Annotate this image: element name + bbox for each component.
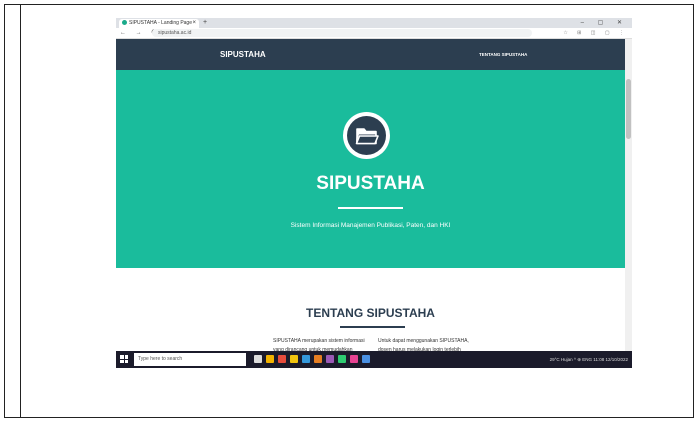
hero-subtitle: Sistem Informasi Manajemen Publikasi, Pa… [290, 222, 451, 229]
new-tab-button[interactable]: + [203, 18, 207, 28]
extension-icons[interactable]: ☆ ⊞ ◫ ▢ ⋮ [563, 28, 628, 38]
window-controls[interactable]: – ▢ ✕ [581, 18, 628, 28]
tab-title: SIPUSTAHA - Landing Page [129, 20, 192, 26]
nav-link-tentang[interactable]: TENTANG SIPUSTAHA [479, 39, 527, 70]
hero-divider [338, 207, 403, 209]
edge-icon[interactable] [302, 355, 310, 363]
browser-tab-bar: SIPUSTAHA - Landing Page × + – ▢ ✕ [116, 18, 632, 28]
browser-tab[interactable]: SIPUSTAHA - Landing Page × [119, 19, 199, 28]
scrollbar-thumb[interactable] [626, 79, 631, 139]
url-field[interactable]: sipustaha.ac.id [152, 29, 532, 37]
site-navbar: SIPUSTAHA TENTANG SIPUSTAHA [116, 39, 625, 70]
logo-badge [343, 112, 390, 159]
folder-icon [347, 116, 386, 155]
file-explorer-icon[interactable] [290, 355, 298, 363]
site-brand[interactable]: SIPUSTAHA [220, 39, 266, 70]
word-icon[interactable] [362, 355, 370, 363]
windows-start-icon[interactable] [120, 355, 128, 363]
address-bar-row: ← → C sipustaha.ac.id ☆ ⊞ ◫ ▢ ⋮ [116, 28, 632, 39]
hero-section: SIPUSTAHA Sistem Informasi Manajemen Pub… [116, 70, 625, 268]
frame-divider-left [20, 4, 21, 418]
hero-title: SIPUSTAHA [316, 173, 425, 194]
about-divider [340, 326, 405, 328]
chrome-icon[interactable] [266, 355, 274, 363]
store-icon[interactable] [314, 355, 322, 363]
app-icon[interactable] [278, 355, 286, 363]
app-icon[interactable] [338, 355, 346, 363]
taskbar-search-input[interactable]: Type here to search [134, 353, 246, 366]
app-icon[interactable] [326, 355, 334, 363]
tab-close-icon[interactable]: × [192, 19, 196, 28]
task-view-icon[interactable] [254, 355, 262, 363]
browser-screenshot: SIPUSTAHA - Landing Page × + – ▢ ✕ ← → C… [116, 18, 632, 368]
page-scrollbar[interactable] [625, 39, 632, 351]
windows-taskbar: Type here to search 29°C Hujan ^ ⊕ ENG 1… [116, 351, 632, 368]
about-title: TENTANG SIPUSTAHA [306, 306, 435, 320]
tab-favicon-icon [122, 20, 127, 26]
system-tray[interactable]: 29°C Hujan ^ ⊕ ENG 11:08 12/10/2022 [550, 351, 628, 368]
app-icon[interactable] [350, 355, 358, 363]
